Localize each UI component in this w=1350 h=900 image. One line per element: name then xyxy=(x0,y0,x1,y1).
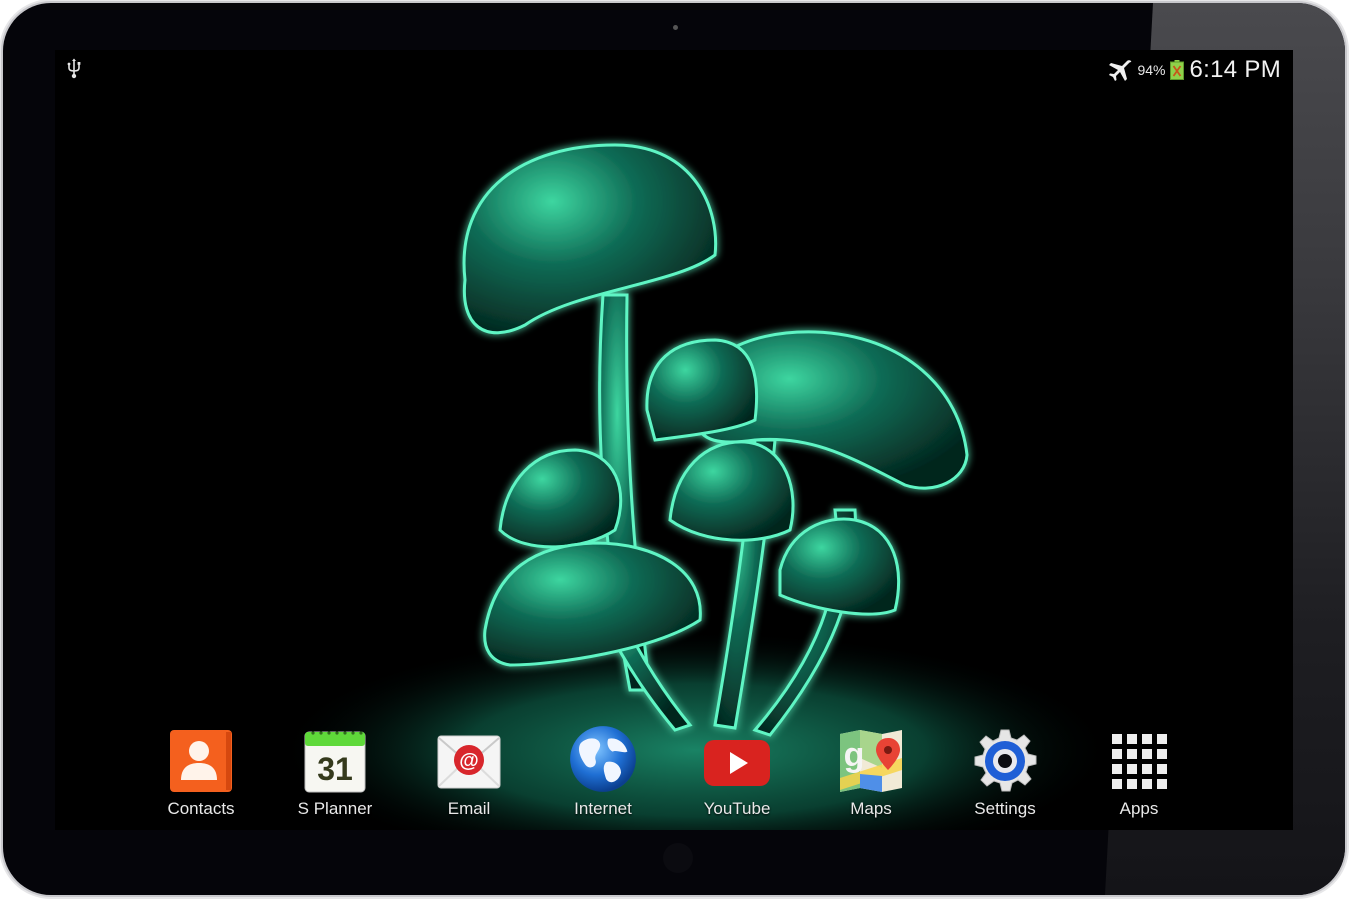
svg-text:g: g xyxy=(844,736,865,774)
wallpaper-mushrooms xyxy=(275,143,1115,830)
app-internet[interactable]: Internet xyxy=(536,722,670,822)
usb-icon xyxy=(67,58,81,79)
app-label: Contacts xyxy=(167,799,235,818)
app-contacts[interactable]: Contacts xyxy=(134,722,268,822)
app-s-planner[interactable]: 31 S Planner xyxy=(268,722,402,822)
home-screen: 94% 6:14 PM Contacts 31 S Planner @ Emai… xyxy=(55,50,1293,830)
svg-text:@: @ xyxy=(459,750,479,772)
app-label: Email xyxy=(447,799,491,818)
app-label: Apps xyxy=(1119,799,1159,818)
calendar-icon: 31 xyxy=(304,731,366,793)
youtube-icon xyxy=(704,740,770,786)
battery-percentage: 94% xyxy=(1137,62,1166,78)
email-icon: @ xyxy=(437,735,501,789)
status-bar: 94% 6:14 PM xyxy=(55,50,1293,88)
settings-gear-icon xyxy=(974,729,1037,792)
status-right-cluster: 94% 6:14 PM xyxy=(1107,56,1281,84)
tablet-frame: 94% 6:14 PM Contacts 31 S Planner @ Emai… xyxy=(3,3,1345,895)
app-label: YouTube xyxy=(703,799,771,818)
calendar-date: 31 xyxy=(317,751,353,787)
maps-icon: g xyxy=(840,730,902,792)
airplane-mode-icon xyxy=(1109,60,1132,81)
home-button[interactable] xyxy=(663,843,693,873)
app-youtube[interactable]: YouTube xyxy=(670,722,804,822)
app-settings[interactable]: Settings xyxy=(938,722,1072,822)
front-camera xyxy=(673,25,678,30)
app-email[interactable]: @ Email xyxy=(402,722,536,822)
app-label: S Planner xyxy=(297,799,373,818)
clock: 6:14 PM xyxy=(1189,56,1281,83)
globe-icon xyxy=(570,726,636,792)
app-dock: Contacts 31 S Planner @ Email Internet Y… xyxy=(134,722,1214,822)
app-grid-icon xyxy=(1112,734,1167,789)
contacts-icon xyxy=(170,730,232,792)
app-label: Internet xyxy=(574,799,632,818)
app-drawer[interactable]: Apps xyxy=(1072,722,1206,822)
app-label: Maps xyxy=(850,799,892,818)
app-maps[interactable]: g Maps xyxy=(804,722,938,822)
app-label: Settings xyxy=(974,799,1036,818)
battery-icon xyxy=(1169,60,1184,80)
